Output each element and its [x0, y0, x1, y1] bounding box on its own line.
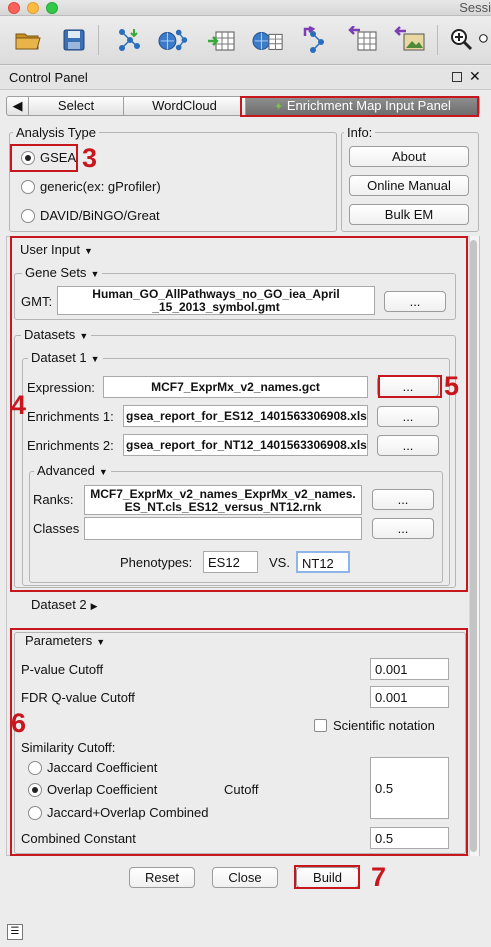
network-export-icon[interactable]: [300, 24, 332, 56]
bulk-em-button[interactable]: Bulk EM: [349, 204, 469, 225]
float-panel-icon[interactable]: [452, 72, 462, 82]
image-export-icon[interactable]: [394, 24, 426, 56]
control-panel-title: Control Panel: [9, 70, 88, 85]
task-list-icon[interactable]: ☰: [7, 924, 23, 940]
close-button[interactable]: Close: [212, 867, 278, 888]
annotation-box-build: [294, 865, 360, 889]
zoom-window-icon[interactable]: [46, 2, 58, 14]
annotation-box-tab: [240, 96, 479, 117]
online-manual-button[interactable]: Online Manual: [349, 175, 469, 196]
tab-wordcloud[interactable]: WordCloud: [124, 97, 246, 115]
radio-generic-label: generic(ex: gProfiler): [40, 179, 161, 194]
zoom-out-icon[interactable]: [478, 24, 491, 56]
window-title: Sessi: [459, 0, 491, 15]
annotation-box-parameters: [10, 628, 468, 856]
analysis-type-title: Analysis Type: [13, 125, 99, 140]
table-export-icon[interactable]: [347, 24, 379, 56]
annotation-box-gsea: [10, 144, 78, 172]
radio-david-label: DAVID/BiNGO/Great: [40, 208, 160, 223]
main-toolbar: [0, 17, 491, 65]
zoom-in-icon[interactable]: [446, 24, 478, 56]
dataset2-toggle[interactable]: Dataset 2 ▶: [31, 597, 98, 612]
network-import-icon[interactable]: [112, 24, 144, 56]
about-button[interactable]: About: [349, 146, 469, 167]
control-panel-header: Control Panel ✕: [0, 66, 491, 90]
close-window-icon[interactable]: [8, 2, 20, 14]
scrollbar-thumb[interactable]: [470, 240, 477, 852]
annotation-number-5: 5: [444, 371, 460, 401]
window-title-bar: Sessi: [0, 0, 491, 16]
tab-select[interactable]: Select: [29, 97, 124, 115]
save-icon[interactable]: [58, 24, 90, 56]
reset-button[interactable]: Reset: [129, 867, 195, 888]
radio-david[interactable]: [21, 209, 35, 223]
annotation-box-expression-browse: [378, 375, 442, 398]
dataset2-title: Dataset 2: [31, 597, 87, 612]
annotation-number-6: 6: [11, 708, 27, 738]
web-table-import-icon[interactable]: [252, 24, 284, 56]
table-import-icon[interactable]: [205, 24, 237, 56]
annotation-box-dataset: [10, 236, 468, 592]
chevron-right-icon: ▶: [90, 601, 98, 611]
network-web-import-icon[interactable]: [158, 24, 190, 56]
annotation-number-3: 3: [82, 143, 98, 173]
close-panel-icon[interactable]: ✕: [469, 68, 481, 85]
info-title: Info:: [344, 125, 376, 140]
radio-generic[interactable]: [21, 180, 35, 194]
annotation-number-4: 4: [11, 390, 27, 420]
open-folder-icon[interactable]: [12, 24, 44, 56]
annotation-number-7: 7: [371, 862, 387, 892]
minimize-window-icon[interactable]: [27, 2, 39, 14]
tab-scroll-left-icon[interactable]: ◀: [7, 97, 29, 115]
